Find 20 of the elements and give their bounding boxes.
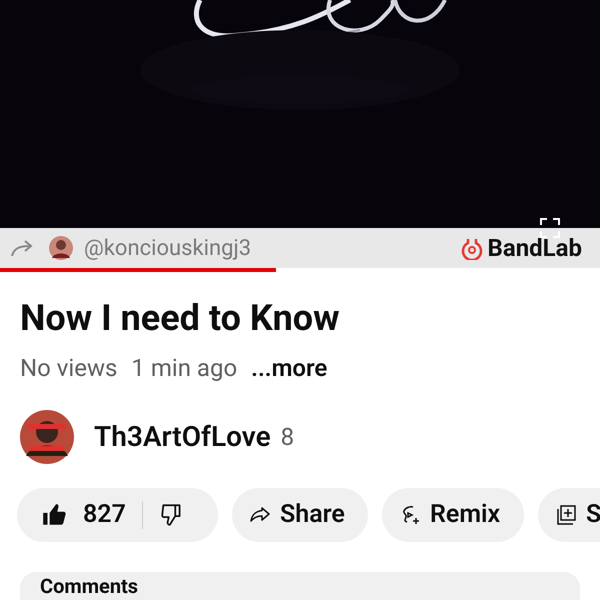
like-dislike-button[interactable]: 827 (17, 488, 218, 542)
thumbs-up-icon (41, 502, 67, 528)
bandlab-logo-icon (460, 236, 484, 260)
more-link[interactable]: ...more (251, 350, 328, 386)
comments-panel[interactable]: Comments (20, 572, 580, 600)
share-button[interactable]: Share (232, 488, 368, 542)
avatar-icon (48, 235, 74, 261)
view-count: No views (20, 353, 118, 384)
save-button[interactable]: S (538, 488, 600, 542)
subscriber-count: 8 (280, 422, 294, 453)
channel-name[interactable]: Th3ArtOfLove (94, 416, 271, 458)
fullscreen-icon[interactable] (540, 218, 560, 238)
brand-name: BandLab (488, 233, 582, 264)
remix-button[interactable]: Remix (382, 488, 524, 542)
like-count: 827 (83, 499, 126, 532)
comments-heading: Comments (40, 574, 138, 598)
video-title: Now I need to Know (20, 296, 341, 340)
credit-handle: @konciouskingj3 (84, 234, 252, 262)
channel-avatar[interactable] (20, 410, 74, 464)
upload-time: 1 min ago (131, 353, 238, 384)
